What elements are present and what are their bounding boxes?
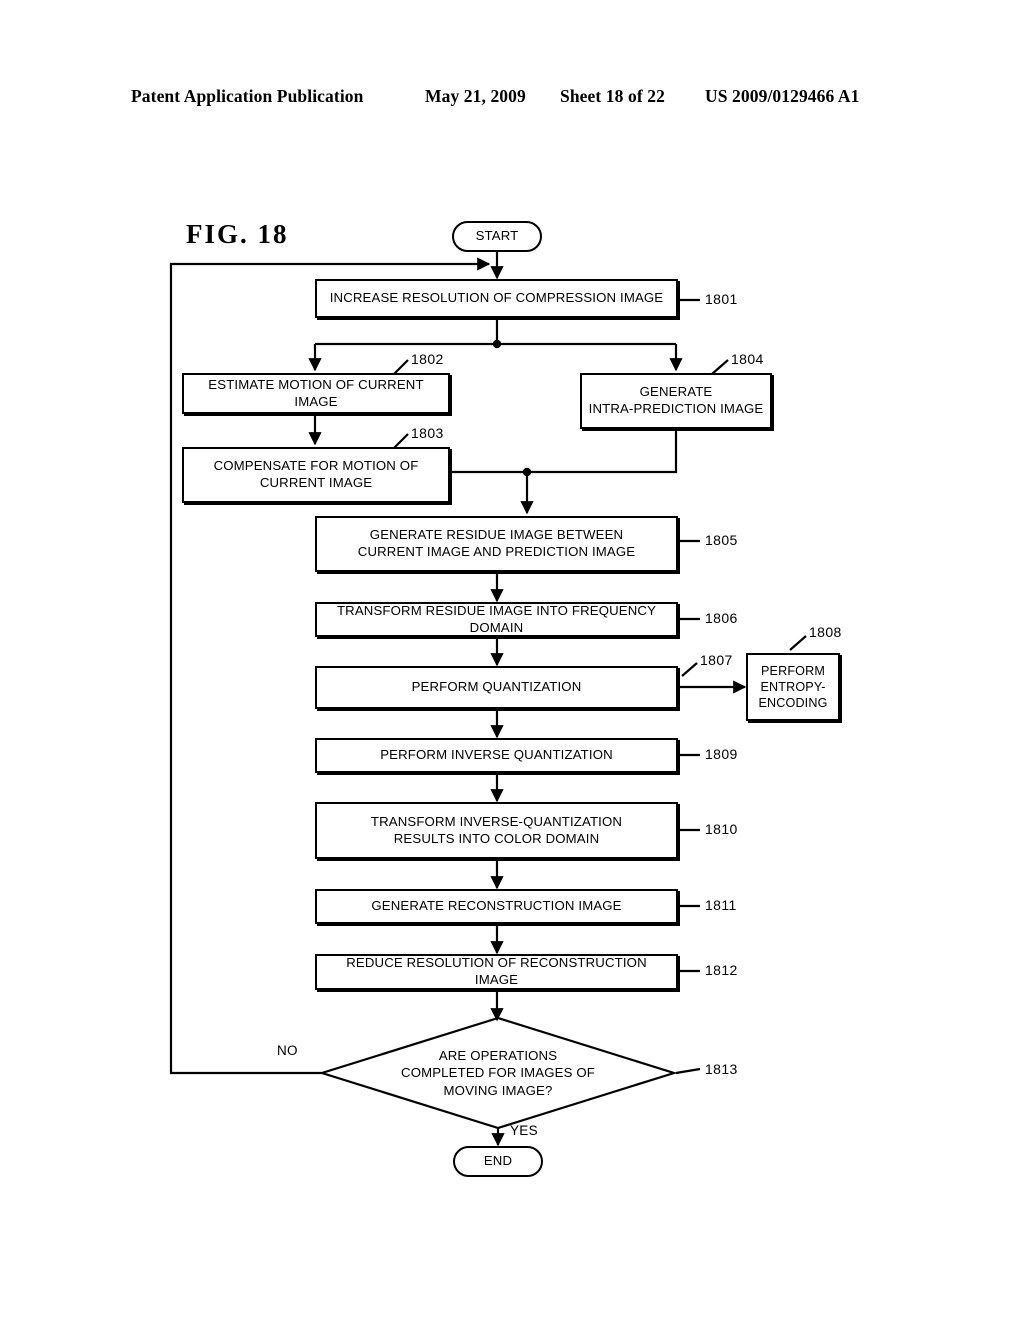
step-1812-label: REDUCE RESOLUTION OF RECONSTRUCTION IMAG…	[346, 955, 647, 987]
end-terminal-label: END	[483, 1153, 513, 1169]
step-1808-label: PERFORM ENTROPY- ENCODING	[758, 663, 828, 711]
step-1808-box: PERFORM ENTROPY- ENCODING	[746, 653, 840, 721]
step-1804-box: GENERATE INTRA-PREDICTION IMAGE	[580, 373, 772, 429]
decision-1813: ARE OPERATIONS COMPLETED FOR IMAGES OF M…	[322, 1018, 674, 1128]
step-1810-label: TRANSFORM INVERSE-QUANTIZATION RESULTS I…	[370, 813, 623, 846]
step-1802-box: ESTIMATE MOTION OF CURRENT IMAGE	[182, 373, 450, 414]
start-terminal: START	[452, 221, 542, 252]
ref-1803: 1803	[411, 425, 444, 441]
ref-1804: 1804	[731, 351, 764, 367]
header-publication: Patent Application Publication	[131, 86, 364, 106]
ref-1808: 1808	[809, 624, 842, 640]
step-1807-box: PERFORM QUANTIZATION	[315, 666, 678, 709]
header-sheet: Sheet 18 of 22	[560, 86, 665, 106]
ref-1813: 1813	[705, 1061, 738, 1077]
step-1801-box: INCREASE RESOLUTION OF COMPRESSION IMAGE	[315, 279, 678, 318]
ref-1812: 1812	[705, 962, 738, 978]
decision-1813-label: ARE OPERATIONS COMPLETED FOR IMAGES OF M…	[401, 1048, 595, 1098]
ref-1806: 1806	[705, 610, 738, 626]
step-1805-label: GENERATE RESIDUE IMAGE BETWEEN CURRENT I…	[357, 527, 636, 559]
step-1805-box: GENERATE RESIDUE IMAGE BETWEEN CURRENT I…	[315, 516, 678, 572]
end-terminal: END	[453, 1146, 543, 1177]
step-1812-box: REDUCE RESOLUTION OF RECONSTRUCTION IMAG…	[315, 954, 678, 990]
step-1809-box: PERFORM INVERSE QUANTIZATION	[315, 738, 678, 773]
figure-label: FIG. 18	[186, 219, 289, 249]
header-patent-number: US 2009/0129466 A1	[705, 86, 860, 106]
step-1803-label: COMPENSATE FOR MOTION OF CURRENT IMAGE	[213, 458, 419, 490]
step-1802-label: ESTIMATE MOTION OF CURRENT IMAGE	[208, 376, 424, 409]
start-terminal-label: START	[475, 228, 519, 244]
ref-1810: 1810	[705, 821, 738, 837]
step-1804-label: GENERATE INTRA-PREDICTION IMAGE	[588, 384, 764, 416]
step-1811-box: GENERATE RECONSTRUCTION IMAGE	[315, 889, 678, 924]
ref-1805: 1805	[705, 532, 738, 548]
ref-1807: 1807	[700, 652, 733, 668]
step-1810-box: TRANSFORM INVERSE-QUANTIZATION RESULTS I…	[315, 802, 678, 859]
ref-1809: 1809	[705, 746, 738, 762]
step-1806-label: TRANSFORM RESIDUE IMAGE INTO FREQUENCY D…	[336, 602, 657, 635]
branch-label-yes: YES	[510, 1123, 538, 1138]
step-1801-label: INCREASE RESOLUTION OF COMPRESSION IMAGE	[329, 290, 664, 306]
ref-1801: 1801	[705, 291, 738, 307]
step-1809-label: PERFORM INVERSE QUANTIZATION	[380, 747, 613, 763]
step-1811-label: GENERATE RECONSTRUCTION IMAGE	[371, 898, 622, 914]
step-1803-box: COMPENSATE FOR MOTION OF CURRENT IMAGE	[182, 447, 450, 503]
step-1806-box: TRANSFORM RESIDUE IMAGE INTO FREQUENCY D…	[315, 602, 678, 637]
branch-label-no: NO	[277, 1043, 298, 1058]
step-1807-label: PERFORM QUANTIZATION	[411, 679, 582, 695]
ref-1811: 1811	[705, 897, 737, 913]
header-date: May 21, 2009	[425, 86, 526, 106]
ref-1802: 1802	[411, 351, 444, 367]
